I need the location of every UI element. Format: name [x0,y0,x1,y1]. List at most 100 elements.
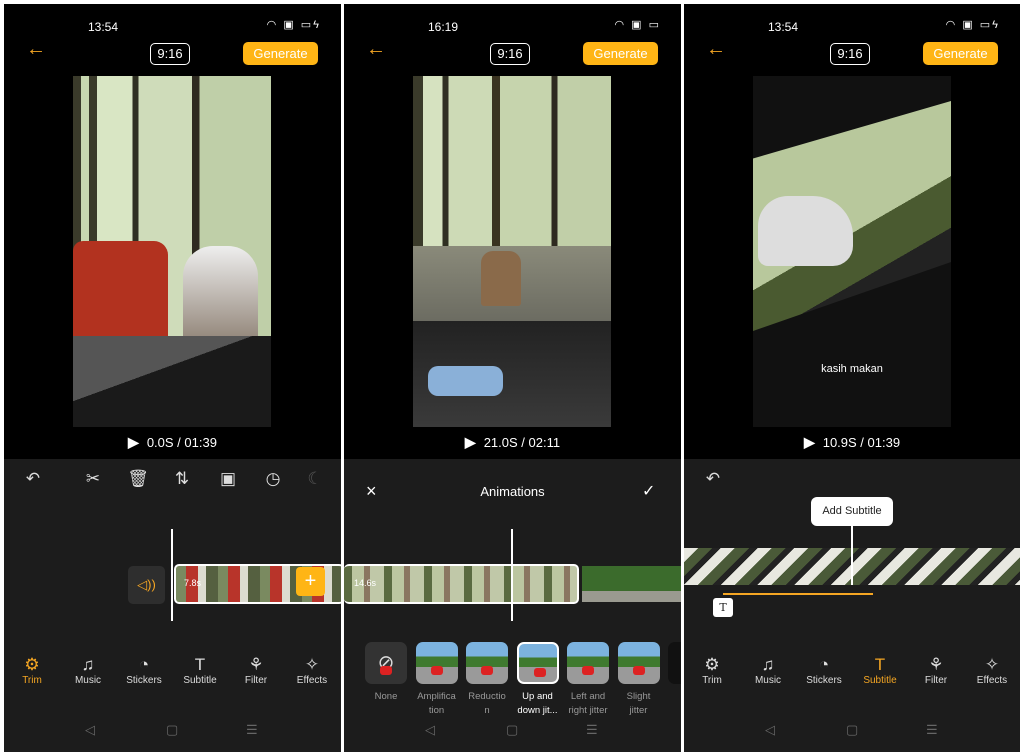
tool-effects[interactable]: ✧ Effects [284,655,340,686]
reorder-icon[interactable]: ⇅ [170,469,194,489]
nav-back-icon[interactable]: ◁ [765,722,775,738]
animation-option[interactable]: Reductio n [465,642,509,718]
scissors-icon[interactable]: ✂ [81,469,105,489]
tool-effects[interactable]: ✧ Effects [964,655,1020,686]
nav-menu-icon[interactable]: ☰ [586,722,598,738]
screen-subtitle: 13:54 ◠ ▣ ▭ϟ ← 9:16 Generate kasih makan… [684,4,1020,752]
animation-label-2: right jitter [568,705,608,716]
tool-subtitle[interactable]: T Subtitle [852,655,908,686]
back-arrow-icon[interactable]: ← [706,38,726,61]
animation-thumbnail [415,642,458,684]
bottom-toolbar: ⚙ Trim ♫ Music ◔ Stickers T Subtitle ⚘ Filter ✧ Eff… [684,655,1020,695]
generate-button[interactable]: Generate [583,42,658,65]
bottom-toolbar: ⚙ Trim ♫ Music ◔ Stickers T Subtitle ⚘ Filter ✧ Eff… [4,655,341,695]
effects-icon: ✧ [304,655,320,674]
status-time: 13:54 [88,20,119,34]
moon-icon[interactable]: ☾ [303,469,327,489]
undo-icon[interactable]: ↶ [701,469,725,489]
tool-trim[interactable]: ⚙ Trim [684,655,740,686]
stickers-icon: ◔ [138,655,150,674]
playback-control[interactable]: ▶ 10.9S / 01:39 [684,434,1020,451]
add-clip-button[interactable]: + [296,567,325,596]
back-arrow-icon[interactable]: ← [26,38,46,61]
tool-label: Effects [296,675,328,686]
aspect-ratio-button[interactable]: 9:16 [150,43,190,65]
status-icons: ◠ ▣ ▭ϟ [266,19,321,31]
window-icon[interactable]: ▣ [216,469,240,489]
video-preview [413,76,611,427]
nav-home-icon[interactable]: ▢ [846,722,858,738]
animation-thumbnail [466,642,508,684]
animation-option[interactable]: Slight jitter [617,642,661,718]
nav-home-icon[interactable]: ▢ [166,722,178,738]
mute-audio-button[interactable]: ◁)) [128,566,165,604]
generate-button[interactable]: Generate [923,42,998,65]
animation-option[interactable]: Up and down jit... [516,642,560,718]
next-clip[interactable] [582,566,681,602]
playback-control[interactable]: ▶ 0.0S / 01:39 [4,434,341,451]
tool-label: Trim [702,675,722,686]
tool-label: Music [74,675,102,686]
subtitle-track[interactable] [723,593,873,595]
tool-stickers[interactable]: ◔ Stickers [116,655,172,686]
sheet-title: Animations [480,484,545,499]
playhead[interactable] [511,529,513,621]
screen-animations: 16:19 ◠ ▣ ▭ ← 9:16 Generate ▶ 21.0S / 02:… [344,4,681,752]
subtitle-marker[interactable]: T [713,598,733,617]
tool-stickers[interactable]: ◔ Stickers [796,655,852,686]
animation-option[interactable]: ⊘ None [364,642,408,704]
clip-duration: 7.8s [184,578,202,588]
tool-filter[interactable]: ⚘ Filter [228,655,284,686]
tool-label: Effects [976,675,1008,686]
play-icon: ▶ [803,434,815,450]
generate-button[interactable]: Generate [243,42,318,65]
nav-back-icon[interactable]: ◁ [85,722,95,738]
nav-menu-icon[interactable]: ☰ [246,722,258,738]
tool-subtitle[interactable]: T Subtitle [172,655,228,686]
animation-label: Sw [667,690,681,704]
tool-label: Subtitle [863,675,897,686]
tool-filter[interactable]: ⚘ Filter [908,655,964,686]
trim-icon: ⚙ [24,655,40,674]
playback-time: 21.0S / 02:11 [483,435,561,450]
clip-duration: 14.6s [354,578,377,588]
animation-thumbnail [567,642,609,684]
delete-icon[interactable]: 🗑 [126,469,150,489]
tool-trim[interactable]: ⚙ Trim [4,655,60,686]
clip-strip[interactable]: 14.6s [344,564,579,604]
playhead[interactable] [851,526,853,585]
animation-label: Slight [626,691,651,702]
editor-panel: ↶ ✂ 🗑 ⇅ ▣ ◷ ☾ ◁)) 7.8s + ⚙ Trim ♫ Music ◔ Sti… [4,459,341,752]
animation-label: Up and [522,691,553,702]
effects-icon: ✧ [984,655,1000,674]
animation-option[interactable]: Left and right jitter [566,642,610,718]
tool-label: Trim [22,675,42,686]
animation-label-2: jitter [629,705,648,716]
speed-icon[interactable]: ◷ [261,469,285,489]
animation-option[interactable]: Sw [667,642,681,704]
llama-image [758,196,853,266]
aspect-ratio-button[interactable]: 9:16 [830,43,870,65]
playhead[interactable] [171,529,173,621]
tool-music[interactable]: ♫ Music [60,655,116,686]
aspect-ratio-button[interactable]: 9:16 [490,43,530,65]
playback-control[interactable]: ▶ 21.0S / 02:11 [344,434,681,451]
undo-icon[interactable]: ↶ [21,469,45,489]
animation-thumbnail [668,642,681,684]
animation-option[interactable]: Amplifica tion [415,642,459,718]
confirm-check-icon[interactable]: ✓ [642,481,655,501]
back-arrow-icon[interactable]: ← [366,38,386,61]
status-icons: ◠ ▣ ▭ϟ [945,19,1000,31]
add-subtitle-tooltip[interactable]: Add Subtitle [811,497,893,526]
tool-label: Music [754,675,782,686]
tool-label: Stickers [126,675,162,686]
road-dashboard [73,336,271,427]
tool-music[interactable]: ♫ Music [740,655,796,686]
stickers-icon: ◔ [818,655,830,674]
nav-back-icon[interactable]: ◁ [425,722,435,738]
nav-home-icon[interactable]: ▢ [506,722,518,738]
tool-label: Filter [244,675,268,686]
filter-icon: ⚘ [248,655,264,674]
music-icon: ♫ [761,655,775,674]
nav-menu-icon[interactable]: ☰ [926,722,938,738]
